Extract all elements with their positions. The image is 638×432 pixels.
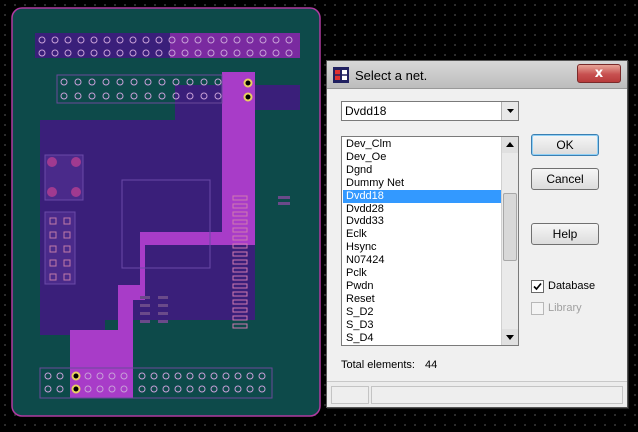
net-listbox[interactable]: Dev_Clm Dev_Oe Dgnd Dummy Net Dvdd18 Dvdd28 Dv… [341, 136, 519, 346]
scroll-down-button[interactable] [502, 329, 518, 345]
net-list-item[interactable]: Pwdn [343, 280, 503, 293]
dialog-titlebar[interactable]: Select a net. x [327, 61, 627, 89]
status-cell-left [331, 386, 369, 404]
help-button[interactable]: Help [531, 223, 599, 245]
net-list-item[interactable]: Eclk [343, 228, 503, 241]
scroll-up-button[interactable] [502, 137, 518, 153]
arrow-up-icon [506, 142, 514, 147]
total-elements-label: Total elements: [341, 359, 415, 371]
net-combobox-value: Dvdd18 [345, 104, 387, 118]
scroll-thumb[interactable] [503, 193, 517, 261]
net-list-item[interactable]: Dvdd28 [343, 203, 503, 216]
net-combobox[interactable]: Dvdd18 [341, 101, 519, 121]
dialog-status-bar [327, 381, 627, 407]
net-list-item[interactable]: S_D3 [343, 319, 503, 332]
check-icon [533, 282, 542, 291]
net-list-item[interactable]: Dvdd18 [343, 189, 503, 203]
copper-header-left [170, 33, 300, 58]
library-checkbox-label: Library [548, 302, 582, 314]
app-icon [333, 67, 349, 83]
net-list-item[interactable]: S_D4 [343, 332, 503, 345]
cancel-button[interactable]: Cancel [531, 168, 599, 190]
net-list-item[interactable]: Hsync [343, 241, 503, 254]
arrow-down-icon [506, 335, 514, 340]
list-scrollbar[interactable] [501, 137, 518, 345]
total-elements-value: 44 [425, 359, 438, 371]
net-list-item[interactable]: Dgnd [343, 164, 503, 177]
select-net-dialog: Select a net. x Dvdd18 Dev_Clm Dev_Oe Dgnd… [326, 60, 628, 408]
combobox-dropdown-button[interactable] [501, 102, 518, 120]
database-checkbox-box[interactable] [531, 280, 544, 293]
dialog-title: Select a net. [355, 68, 428, 83]
database-checkbox-label: Database [548, 280, 596, 292]
ok-button[interactable]: OK [531, 134, 599, 156]
net-list-item[interactable]: Reset [343, 293, 503, 306]
status-cell-right [371, 386, 623, 404]
net-list-item[interactable]: S_D2 [343, 306, 503, 319]
net-list-item[interactable]: Dev_Oe [343, 151, 503, 164]
net-list-item[interactable]: Dummy Net [343, 177, 503, 190]
chevron-down-icon [507, 109, 514, 113]
close-icon: x [594, 66, 604, 81]
library-checkbox-box[interactable] [531, 302, 544, 315]
net-list-item[interactable]: Dev_Clm [343, 138, 503, 151]
close-button[interactable]: x [577, 64, 621, 83]
net-list-item[interactable]: Dvdd33 [343, 215, 503, 228]
net-list-item[interactable]: N07424 [343, 254, 503, 267]
net-list-item[interactable]: Pclk [343, 267, 503, 280]
